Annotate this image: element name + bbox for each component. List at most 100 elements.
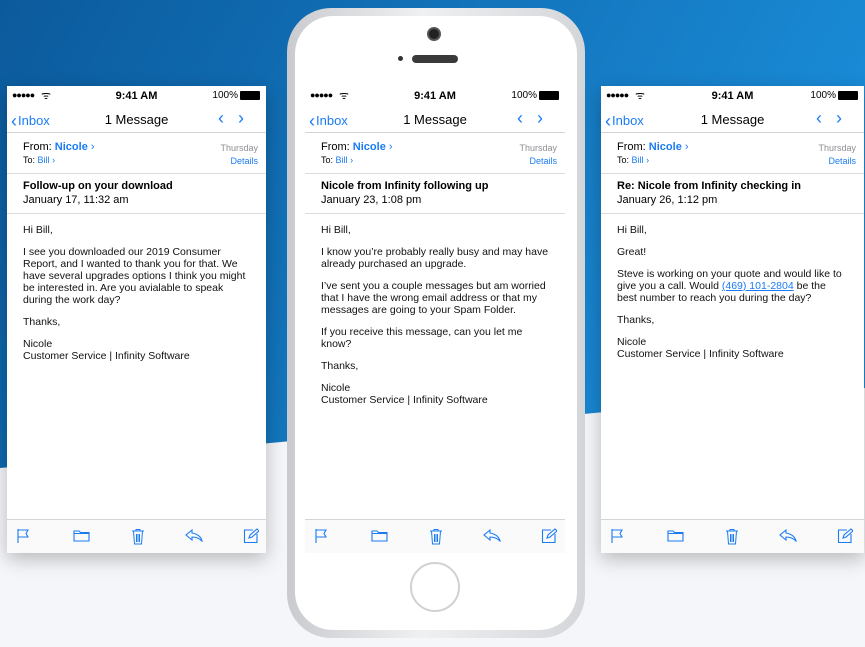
previous-message-icon: ‹ (517, 108, 537, 128)
to-line: To: Bill › (321, 155, 354, 165)
email-screen-2: ●●●●● ᯤ 9:41 AM 100% ‹Inbox 1 Message ‹›… (305, 86, 565, 553)
email-screen-1: ●●●●● ᯤ 9:41 AM 100% ‹Inbox 1 Message ‹›… (7, 86, 266, 553)
status-bar: ●●●●● ᯤ 9:41 AM 100% (601, 86, 864, 107)
chevron-right-icon: › (90, 141, 95, 153)
compose-icon[interactable] (837, 528, 853, 544)
message-nav-arrows[interactable]: ‹› (517, 108, 557, 129)
message-header: From: Nicole › To: Bill › Thursday Detai… (601, 133, 864, 174)
paragraph: Steve is working on your quote and would… (617, 268, 842, 304)
trash-icon[interactable] (725, 528, 739, 545)
signature-name: Nicole (617, 336, 647, 348)
message-date: January 26, 1:12 pm (617, 194, 718, 206)
details-link[interactable]: Details (230, 156, 258, 166)
closing: Thanks, (617, 314, 655, 326)
paragraph: I see you downloaded our 2019 Consumer R… (23, 246, 246, 306)
flag-icon[interactable] (610, 528, 624, 544)
sender-name[interactable]: Nicole (55, 141, 88, 153)
chevron-right-icon: › (388, 141, 393, 153)
details-link[interactable]: Details (529, 156, 557, 166)
message-date: January 23, 1:08 pm (321, 194, 422, 206)
folder-icon[interactable] (371, 528, 388, 542)
signature-name: Nicole (23, 338, 53, 350)
bottom-toolbar (305, 519, 565, 553)
bottom-toolbar (601, 519, 864, 553)
chevron-right-icon: › (350, 155, 354, 165)
recipient-name[interactable]: Bill (336, 155, 348, 165)
message-day: Thursday (818, 143, 856, 153)
folder-icon[interactable] (667, 528, 684, 542)
subject-block: Nicole from Infinity following up Januar… (305, 174, 565, 214)
reply-icon[interactable] (483, 528, 501, 542)
battery-icon (240, 90, 260, 100)
message-header: From: Nicole › To: Bill › Thursday Detai… (7, 133, 266, 174)
from-line: From: Nicole › (321, 141, 393, 153)
message-nav-arrows[interactable]: ‹› (816, 108, 856, 129)
signature-title: Customer Service | Infinity Software (617, 348, 784, 360)
flag-icon[interactable] (16, 528, 30, 544)
earpiece-speaker (412, 55, 458, 63)
subject-block: Follow-up on your download January 17, 1… (7, 174, 266, 214)
message-date: January 17, 11:32 am (23, 194, 129, 206)
message-header: From: Nicole › To: Bill › Thursday Detai… (305, 133, 565, 174)
next-message-icon: › (238, 108, 258, 128)
battery-icon (539, 90, 559, 100)
bottom-toolbar (7, 519, 266, 553)
subject: Re: Nicole from Infinity checking in (617, 180, 801, 192)
flag-icon[interactable] (314, 528, 328, 544)
greeting: Hi Bill, (23, 224, 53, 236)
phone-number-link[interactable]: (469) 101-2804 (722, 280, 794, 292)
signature: Nicole Customer Service | Infinity Softwa… (23, 338, 250, 362)
reply-icon[interactable] (779, 528, 797, 542)
signature-name: Nicole (321, 382, 351, 394)
recipient-name[interactable]: Bill (632, 155, 644, 165)
nav-bar: ‹Inbox 1 Message ‹› (601, 107, 864, 133)
message-body: Hi Bill, Great! Steve is working on your… (601, 214, 864, 360)
battery-indicator: 100% (511, 90, 559, 101)
trash-icon[interactable] (131, 528, 145, 545)
signature: Nicole Customer Service | Infinity Softwa… (321, 382, 549, 406)
folder-icon[interactable] (73, 528, 90, 542)
sender-name[interactable]: Nicole (649, 141, 682, 153)
chevron-right-icon: › (684, 141, 689, 153)
recipient-name[interactable]: Bill (38, 155, 50, 165)
paragraph: Great! (617, 246, 647, 258)
reply-icon[interactable] (185, 528, 203, 542)
signature: Nicole Customer Service | Infinity Softwa… (617, 336, 848, 360)
previous-message-icon: ‹ (218, 108, 238, 128)
battery-indicator: 100% (810, 90, 858, 101)
message-day: Thursday (220, 143, 258, 153)
subject: Follow-up on your download (23, 180, 173, 192)
signature-title: Customer Service | Infinity Software (321, 394, 488, 406)
compose-icon[interactable] (541, 528, 557, 544)
greeting: Hi Bill, (321, 224, 351, 236)
nav-bar: ‹Inbox 1 Message ‹› (305, 107, 565, 133)
paragraph: I’ve sent you a couple messages but am w… (321, 280, 546, 316)
next-message-icon: › (836, 108, 856, 128)
trash-icon[interactable] (429, 528, 443, 545)
subject: Nicole from Infinity following up (321, 180, 489, 192)
from-line: From: Nicole › (23, 141, 95, 153)
details-link[interactable]: Details (828, 156, 856, 166)
to-line: To: Bill › (617, 155, 650, 165)
message-day: Thursday (519, 143, 557, 153)
previous-message-icon: ‹ (816, 108, 836, 128)
home-button[interactable] (410, 562, 460, 612)
proximity-sensor (398, 56, 403, 61)
signature-title: Customer Service | Infinity Software (23, 350, 190, 362)
paragraph: If you receive this message, can you let… (321, 326, 523, 350)
greeting: Hi Bill, (617, 224, 647, 236)
status-bar: ●●●●● ᯤ 9:41 AM 100% (7, 86, 266, 107)
email-screen-3: ●●●●● ᯤ 9:41 AM 100% ‹Inbox 1 Message ‹›… (601, 86, 864, 553)
message-body: Hi Bill, I see you downloaded our 2019 C… (7, 214, 266, 362)
from-line: From: Nicole › (617, 141, 689, 153)
compose-icon[interactable] (243, 528, 259, 544)
sender-name[interactable]: Nicole (353, 141, 386, 153)
message-nav-arrows[interactable]: ‹› (218, 108, 258, 129)
paragraph: I know you’re probably really busy and m… (321, 246, 549, 270)
next-message-icon: › (537, 108, 557, 128)
message-body: Hi Bill, I know you’re probably really b… (305, 214, 565, 406)
closing: Thanks, (321, 360, 359, 372)
chevron-right-icon: › (646, 155, 650, 165)
to-line: To: Bill › (23, 155, 56, 165)
status-bar: ●●●●● ᯤ 9:41 AM 100% (305, 86, 565, 107)
